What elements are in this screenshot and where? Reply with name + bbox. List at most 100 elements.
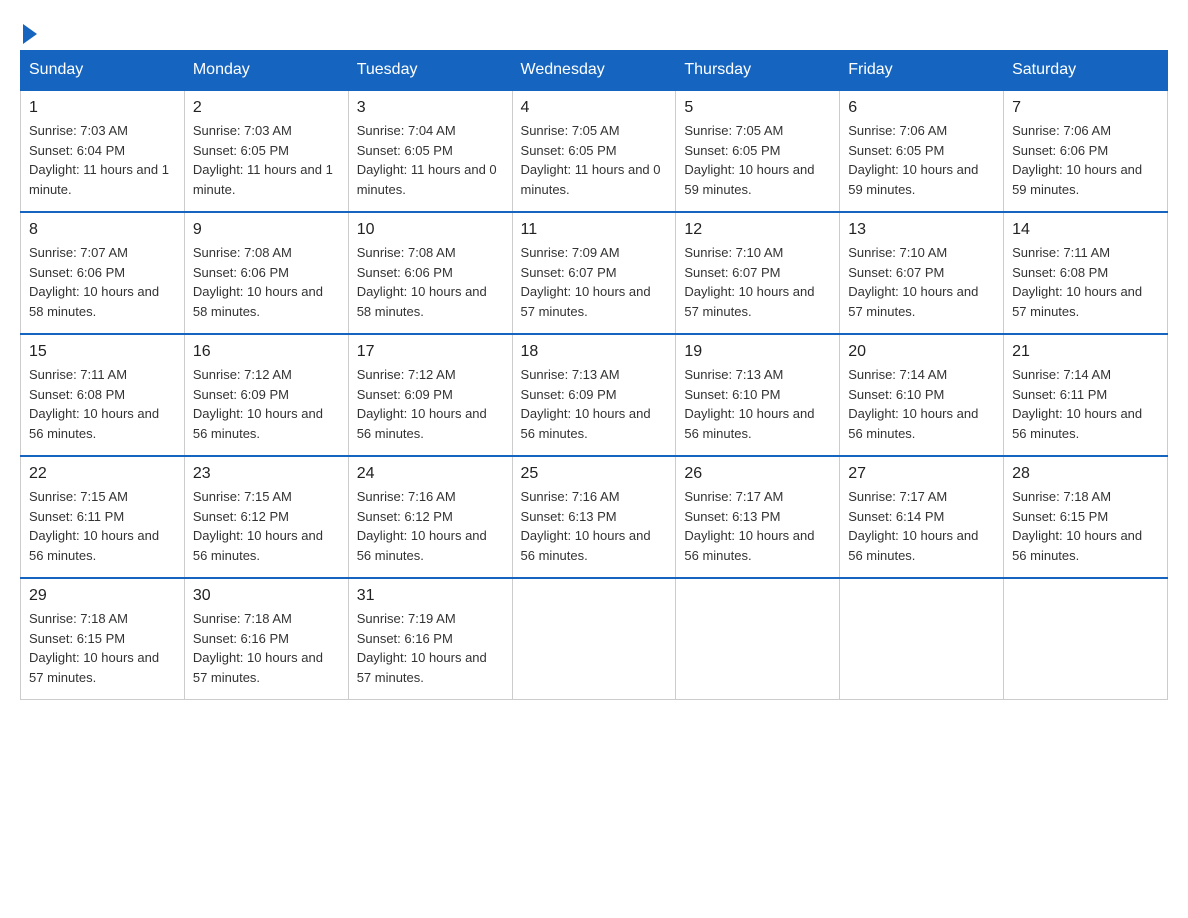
day-number: 23 xyxy=(193,465,340,483)
day-number: 9 xyxy=(193,221,340,239)
day-number: 20 xyxy=(848,343,995,361)
day-info: Sunrise: 7:18 AMSunset: 6:16 PMDaylight:… xyxy=(193,609,340,687)
day-info: Sunrise: 7:17 AMSunset: 6:14 PMDaylight:… xyxy=(848,487,995,565)
day-info: Sunrise: 7:05 AMSunset: 6:05 PMDaylight:… xyxy=(684,121,831,199)
calendar-cell: 4 Sunrise: 7:05 AMSunset: 6:05 PMDaylight… xyxy=(512,90,676,212)
day-number: 1 xyxy=(29,99,176,117)
calendar-cell: 28 Sunrise: 7:18 AMSunset: 6:15 PMDayligh… xyxy=(1004,456,1168,578)
day-number: 16 xyxy=(193,343,340,361)
day-info: Sunrise: 7:13 AMSunset: 6:10 PMDaylight:… xyxy=(684,365,831,443)
day-number: 25 xyxy=(521,465,668,483)
day-info: Sunrise: 7:17 AMSunset: 6:13 PMDaylight:… xyxy=(684,487,831,565)
calendar-cell: 3Sunrise: 7:04 AMSunset: 6:05 PMDaylight… xyxy=(348,90,512,212)
day-number: 15 xyxy=(29,343,176,361)
day-number: 7 xyxy=(1012,99,1159,117)
calendar-cell: 23 Sunrise: 7:15 AMSunset: 6:12 PMDayligh… xyxy=(184,456,348,578)
calendar-cell: 25 Sunrise: 7:16 AMSunset: 6:13 PMDayligh… xyxy=(512,456,676,578)
day-info: Sunrise: 7:16 AMSunset: 6:12 PMDaylight:… xyxy=(357,487,504,565)
calendar-week-row-5: 29 Sunrise: 7:18 AMSunset: 6:15 PMDayligh… xyxy=(21,578,1168,700)
day-number: 8 xyxy=(29,221,176,239)
calendar-cell: 9 Sunrise: 7:08 AMSunset: 6:06 PMDaylight… xyxy=(184,212,348,334)
day-number: 10 xyxy=(357,221,504,239)
calendar-cell: 1Sunrise: 7:03 AMSunset: 6:04 PMDaylight… xyxy=(21,90,185,212)
calendar-header-monday: Monday xyxy=(184,51,348,91)
day-info: Sunrise: 7:10 AMSunset: 6:07 PMDaylight:… xyxy=(684,243,831,321)
day-number: 22 xyxy=(29,465,176,483)
calendar-week-row-4: 22Sunrise: 7:15 AMSunset: 6:11 PMDayligh… xyxy=(21,456,1168,578)
calendar-header-sunday: Sunday xyxy=(21,51,185,91)
day-info: Sunrise: 7:15 AMSunset: 6:12 PMDaylight:… xyxy=(193,487,340,565)
calendar-cell: 24 Sunrise: 7:16 AMSunset: 6:12 PMDayligh… xyxy=(348,456,512,578)
calendar-cell: 16 Sunrise: 7:12 AMSunset: 6:09 PMDayligh… xyxy=(184,334,348,456)
day-info: Sunrise: 7:06 AMSunset: 6:05 PMDaylight:… xyxy=(848,121,995,199)
day-number: 30 xyxy=(193,587,340,605)
calendar-table: SundayMondayTuesdayWednesdayThursdayFrid… xyxy=(20,50,1168,700)
calendar-cell: 7 Sunrise: 7:06 AMSunset: 6:06 PMDaylight… xyxy=(1004,90,1168,212)
day-info: Sunrise: 7:08 AMSunset: 6:06 PMDaylight:… xyxy=(357,243,504,321)
calendar-week-row-1: 1Sunrise: 7:03 AMSunset: 6:04 PMDaylight… xyxy=(21,90,1168,212)
day-number: 21 xyxy=(1012,343,1159,361)
day-number: 28 xyxy=(1012,465,1159,483)
day-info: Sunrise: 7:16 AMSunset: 6:13 PMDaylight:… xyxy=(521,487,668,565)
calendar-cell: 30 Sunrise: 7:18 AMSunset: 6:16 PMDayligh… xyxy=(184,578,348,700)
logo-arrow-icon xyxy=(23,24,37,44)
day-info: Sunrise: 7:11 AMSunset: 6:08 PMDaylight:… xyxy=(1012,243,1159,321)
calendar-cell: 31 Sunrise: 7:19 AMSunset: 6:16 PMDayligh… xyxy=(348,578,512,700)
day-info: Sunrise: 7:12 AMSunset: 6:09 PMDaylight:… xyxy=(357,365,504,443)
day-info: Sunrise: 7:08 AMSunset: 6:06 PMDaylight:… xyxy=(193,243,340,321)
day-number: 26 xyxy=(684,465,831,483)
day-number: 5 xyxy=(684,99,831,117)
calendar-cell: 8Sunrise: 7:07 AMSunset: 6:06 PMDaylight… xyxy=(21,212,185,334)
calendar-cell: 21 Sunrise: 7:14 AMSunset: 6:11 PMDayligh… xyxy=(1004,334,1168,456)
day-number: 6 xyxy=(848,99,995,117)
calendar-week-row-2: 8Sunrise: 7:07 AMSunset: 6:06 PMDaylight… xyxy=(21,212,1168,334)
day-number: 18 xyxy=(521,343,668,361)
day-number: 12 xyxy=(684,221,831,239)
day-number: 13 xyxy=(848,221,995,239)
day-number: 27 xyxy=(848,465,995,483)
day-number: 2 xyxy=(193,99,340,117)
day-info: Sunrise: 7:13 AMSunset: 6:09 PMDaylight:… xyxy=(521,365,668,443)
calendar-cell: 20 Sunrise: 7:14 AMSunset: 6:10 PMDayligh… xyxy=(840,334,1004,456)
day-number: 24 xyxy=(357,465,504,483)
day-number: 3 xyxy=(357,99,504,117)
day-info: Sunrise: 7:11 AMSunset: 6:08 PMDaylight:… xyxy=(29,365,176,443)
day-info: Sunrise: 7:05 AMSunset: 6:05 PMDaylight:… xyxy=(521,121,668,199)
day-number: 19 xyxy=(684,343,831,361)
calendar-cell xyxy=(512,578,676,700)
calendar-header-tuesday: Tuesday xyxy=(348,51,512,91)
day-info: Sunrise: 7:19 AMSunset: 6:16 PMDaylight:… xyxy=(357,609,504,687)
calendar-cell: 27 Sunrise: 7:17 AMSunset: 6:14 PMDayligh… xyxy=(840,456,1004,578)
calendar-cell: 19 Sunrise: 7:13 AMSunset: 6:10 PMDayligh… xyxy=(676,334,840,456)
day-number: 17 xyxy=(357,343,504,361)
day-info: Sunrise: 7:18 AMSunset: 6:15 PMDaylight:… xyxy=(1012,487,1159,565)
day-info: Sunrise: 7:18 AMSunset: 6:15 PMDaylight:… xyxy=(29,609,176,687)
calendar-cell: 5 Sunrise: 7:05 AMSunset: 6:05 PMDaylight… xyxy=(676,90,840,212)
calendar-cell: 11 Sunrise: 7:09 AMSunset: 6:07 PMDayligh… xyxy=(512,212,676,334)
calendar-cell: 13Sunrise: 7:10 AMSunset: 6:07 PMDayligh… xyxy=(840,212,1004,334)
calendar-cell: 2 Sunrise: 7:03 AMSunset: 6:05 PMDaylight… xyxy=(184,90,348,212)
day-info: Sunrise: 7:03 AMSunset: 6:05 PMDaylight:… xyxy=(193,121,340,199)
calendar-cell: 26 Sunrise: 7:17 AMSunset: 6:13 PMDayligh… xyxy=(676,456,840,578)
calendar-cell: 14 Sunrise: 7:11 AMSunset: 6:08 PMDayligh… xyxy=(1004,212,1168,334)
calendar-cell: 12 Sunrise: 7:10 AMSunset: 6:07 PMDayligh… xyxy=(676,212,840,334)
calendar-header-wednesday: Wednesday xyxy=(512,51,676,91)
calendar-cell: 6 Sunrise: 7:06 AMSunset: 6:05 PMDaylight… xyxy=(840,90,1004,212)
day-number: 11 xyxy=(521,221,668,239)
calendar-cell xyxy=(1004,578,1168,700)
day-info: Sunrise: 7:12 AMSunset: 6:09 PMDaylight:… xyxy=(193,365,340,443)
calendar-cell: 10 Sunrise: 7:08 AMSunset: 6:06 PMDayligh… xyxy=(348,212,512,334)
day-info: Sunrise: 7:06 AMSunset: 6:06 PMDaylight:… xyxy=(1012,121,1159,199)
day-number: 29 xyxy=(29,587,176,605)
day-info: Sunrise: 7:09 AMSunset: 6:07 PMDaylight:… xyxy=(521,243,668,321)
day-info: Sunrise: 7:14 AMSunset: 6:11 PMDaylight:… xyxy=(1012,365,1159,443)
day-number: 4 xyxy=(521,99,668,117)
day-number: 14 xyxy=(1012,221,1159,239)
page-header xyxy=(20,20,1168,40)
logo xyxy=(20,20,37,40)
day-info: Sunrise: 7:14 AMSunset: 6:10 PMDaylight:… xyxy=(848,365,995,443)
calendar-cell: 15 Sunrise: 7:11 AMSunset: 6:08 PMDayligh… xyxy=(21,334,185,456)
day-number: 31 xyxy=(357,587,504,605)
calendar-header-thursday: Thursday xyxy=(676,51,840,91)
calendar-header-saturday: Saturday xyxy=(1004,51,1168,91)
